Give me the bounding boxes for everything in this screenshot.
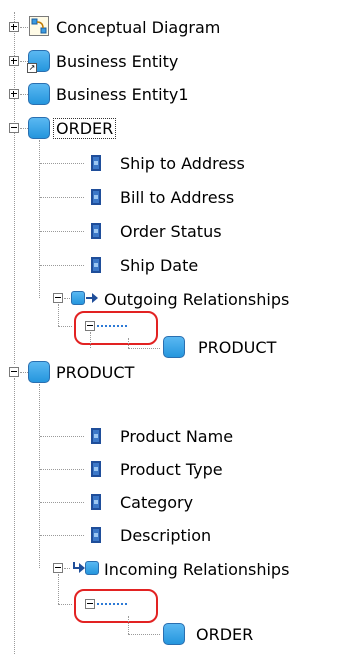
attribute-icon: [91, 494, 101, 510]
tree-item-bill-to-address[interactable]: Bill to Address: [120, 183, 234, 211]
tree-connector: [40, 469, 84, 470]
tree-item-product[interactable]: PRODUCT: [56, 358, 134, 386]
tree-guide-line: [90, 332, 91, 348]
tree-item-ship-date[interactable]: Ship Date: [120, 251, 198, 279]
tree-item-order-status[interactable]: Order Status: [120, 217, 222, 245]
expand-toggle[interactable]: [9, 56, 19, 66]
tree-item-label: Ship Date: [120, 255, 199, 275]
business-entity-icon: [28, 117, 50, 139]
business-entity-shortcut-icon: ↗: [27, 50, 50, 73]
tree-item-product-type[interactable]: Product Type: [120, 455, 223, 483]
tree-item-order-ref[interactable]: ORDER: [196, 620, 253, 648]
relationship-dots-icon: [97, 325, 127, 327]
tree-item-label: Category: [120, 492, 194, 512]
model-tree: Conceptual Diagram ↗ Business Entity Bus…: [0, 0, 342, 654]
tree-guide-line: [14, 378, 15, 654]
relationship-dots-icon: [97, 603, 127, 605]
attribute-icon: [91, 461, 101, 477]
tree-connector: [64, 568, 70, 569]
tree-connector: [40, 197, 84, 198]
business-entity-icon: [28, 361, 50, 383]
tree-item-business-entity[interactable]: Business Entity: [56, 47, 178, 75]
tree-connector: [20, 27, 28, 28]
tree-connector: [20, 372, 28, 373]
attribute-icon: [91, 428, 101, 444]
attribute-icon: [91, 155, 101, 171]
tree-item-category[interactable]: Category: [120, 488, 193, 516]
business-entity-icon: [28, 83, 50, 105]
tree-item-label: ORDER: [52, 117, 117, 139]
attribute-icon: [91, 189, 101, 205]
tree-item-description[interactable]: Description: [120, 521, 211, 549]
business-entity-icon: [163, 336, 185, 358]
expand-toggle[interactable]: [9, 22, 19, 32]
tree-guide-line: [128, 338, 129, 348]
conceptual-diagram-icon: [29, 16, 49, 36]
collapse-toggle[interactable]: [9, 123, 19, 133]
tree-item-product-ref[interactable]: PRODUCT: [198, 333, 276, 361]
tree-item-incoming-relationships[interactable]: Incoming Relationships: [104, 555, 289, 583]
tree-connector: [40, 265, 84, 266]
tree-connector: [40, 163, 84, 164]
tree-item-label: Product Name: [120, 426, 234, 446]
collapse-toggle[interactable]: [85, 599, 95, 609]
tree-item-label: Description: [120, 525, 212, 545]
business-entity-icon: [163, 623, 185, 645]
attribute-icon: [91, 257, 101, 273]
tree-item-label: Product Type: [120, 459, 223, 479]
attribute-icon: [91, 223, 101, 239]
tree-item-label: Business Entity: [56, 51, 179, 71]
tree-item-label: Order Status: [120, 221, 222, 241]
incoming-relationship-icon: [71, 560, 99, 576]
tree-item-ship-to-address[interactable]: Ship to Address: [120, 149, 245, 177]
tree-item-conceptual-diagram[interactable]: Conceptual Diagram: [56, 13, 220, 41]
tree-guide-line: [128, 616, 129, 634]
tree-connector: [40, 535, 84, 536]
tree-item-label: Business Entity1: [56, 84, 189, 104]
tree-item-label: Ship to Address: [120, 153, 245, 173]
tree-connector: [40, 231, 84, 232]
tree-item-label: Incoming Relationships: [104, 559, 290, 579]
tree-connector: [58, 604, 72, 605]
tree-item-label: Outgoing Relationships: [104, 289, 290, 309]
outgoing-relationship-icon: [71, 290, 99, 306]
collapse-toggle[interactable]: [53, 563, 63, 573]
tree-guide-line: [58, 304, 59, 326]
attribute-icon: [91, 527, 101, 543]
tree-connector: [40, 436, 84, 437]
tree-item-label: PRODUCT: [198, 337, 277, 357]
tree-item-label: ORDER: [196, 624, 254, 644]
tree-connector: [40, 502, 84, 503]
collapse-toggle[interactable]: [9, 367, 19, 377]
collapse-toggle[interactable]: [53, 293, 63, 303]
tree-connector: [128, 634, 160, 635]
tree-connector: [64, 298, 70, 299]
tree-item-label: Conceptual Diagram: [56, 17, 221, 37]
tree-guide-line: [58, 574, 59, 604]
tree-item-outgoing-relationships[interactable]: Outgoing Relationships: [104, 285, 289, 313]
tree-guide-line: [39, 384, 40, 568]
collapse-toggle[interactable]: [85, 321, 95, 331]
tree-item-label: Bill to Address: [120, 187, 235, 207]
tree-item-business-entity1[interactable]: Business Entity1: [56, 80, 189, 108]
tree-connector: [20, 61, 28, 62]
tree-item-label: PRODUCT: [56, 362, 135, 382]
tree-connector: [20, 94, 28, 95]
expand-toggle[interactable]: [9, 89, 19, 99]
tree-item-order[interactable]: ORDER: [52, 114, 117, 142]
tree-connector: [58, 326, 72, 327]
tree-connector: [20, 128, 28, 129]
tree-connector: [128, 348, 160, 349]
tree-item-product-name[interactable]: Product Name: [120, 422, 233, 450]
